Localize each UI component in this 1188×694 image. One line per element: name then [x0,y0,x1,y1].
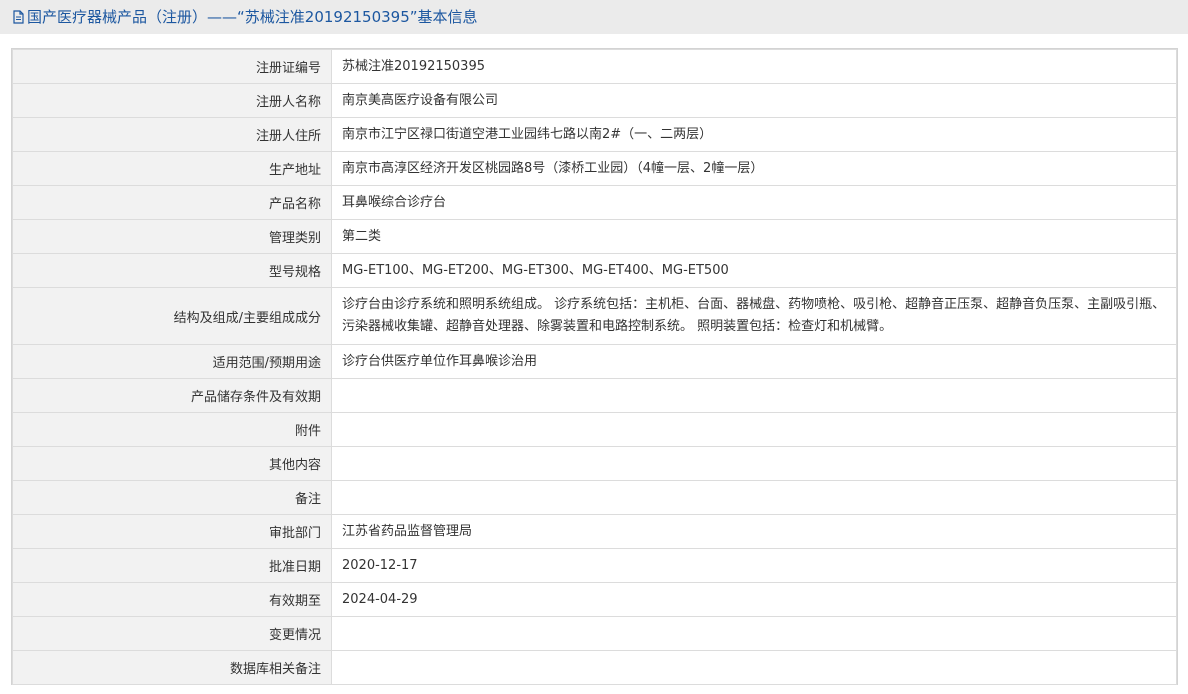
table-row: 生产地址 南京市高淳区经济开发区桃园路8号（漆桥工业园）（4幢一层、2幢一层） [12,151,1177,186]
field-value: 2020-12-17 [331,548,1177,583]
table-row: 注册人名称 南京美高医疗设备有限公司 [12,83,1177,118]
field-label: 结构及组成/主要组成成分 [12,287,332,345]
field-label: 适用范围/预期用途 [12,344,332,379]
field-label: 型号规格 [12,253,332,288]
table-row: 型号规格 MG-ET100、MG-ET200、MG-ET300、MG-ET400、… [12,253,1177,288]
field-label: 产品名称 [12,185,332,220]
table-row: 数据库相关备注 [12,650,1177,685]
document-icon [12,2,25,34]
table-row: 审批部门 江苏省药品监督管理局 [12,514,1177,549]
info-table-container: 注册证编号 苏械注准20192150395 注册人名称 南京美高医疗设备有限公司 注册人… [11,48,1178,685]
table-row: 注册人住所 南京市江宁区禄口街道空港工业园纬七路以南2#（一、二两层） [12,117,1177,152]
field-value: MG-ET100、MG-ET200、MG-ET300、MG-ET400、MG-E… [331,253,1177,288]
table-row: 有效期至 2024-04-29 [12,582,1177,617]
field-value: 诊疗台供医疗单位作耳鼻喉诊治用 [331,344,1177,379]
table-row: 结构及组成/主要组成成分 诊疗台由诊疗系统和照明系统组成。 诊疗系统包括：主机柜、… [12,287,1177,345]
field-label: 数据库相关备注 [12,650,332,685]
field-value: 南京美高医疗设备有限公司 [331,83,1177,118]
field-value: 诊疗台由诊疗系统和照明系统组成。 诊疗系统包括：主机柜、台面、器械盘、药物喷枪、… [331,287,1177,345]
field-label: 备注 [12,480,332,515]
page-header: 国产医疗器械产品（注册）——“苏械注准20192150395”基本信息 [0,0,1188,34]
table-row: 附件 [12,412,1177,447]
field-label: 生产地址 [12,151,332,186]
field-value: 江苏省药品监督管理局 [331,514,1177,549]
table-row: 批准日期 2020-12-17 [12,548,1177,583]
field-label: 审批部门 [12,514,332,549]
field-value [331,650,1177,685]
field-value: 耳鼻喉综合诊疗台 [331,185,1177,220]
table-row: 适用范围/预期用途 诊疗台供医疗单位作耳鼻喉诊治用 [12,344,1177,379]
table-row: 备注 [12,480,1177,515]
field-value: 南京市高淳区经济开发区桃园路8号（漆桥工业园）（4幢一层、2幢一层） [331,151,1177,186]
table-row: 注册证编号 苏械注准20192150395 [12,49,1177,84]
field-label: 附件 [12,412,332,447]
field-value [331,480,1177,515]
info-table: 注册证编号 苏械注准20192150395 注册人名称 南京美高医疗设备有限公司 注册人… [12,49,1177,685]
table-row: 产品储存条件及有效期 [12,378,1177,413]
table-row: 产品名称 耳鼻喉综合诊疗台 [12,185,1177,220]
field-value: 苏械注准20192150395 [331,49,1177,84]
table-row: 其他内容 [12,446,1177,481]
field-label: 注册人名称 [12,83,332,118]
table-row: 变更情况 [12,616,1177,651]
field-value [331,616,1177,651]
field-label: 产品储存条件及有效期 [12,378,332,413]
page-title: 国产医疗器械产品（注册）——“苏械注准20192150395”基本信息 [27,8,478,26]
field-value [331,412,1177,447]
field-label: 注册人住所 [12,117,332,152]
field-value: 南京市江宁区禄口街道空港工业园纬七路以南2#（一、二两层） [331,117,1177,152]
field-value [331,446,1177,481]
field-label: 变更情况 [12,616,332,651]
field-label: 批准日期 [12,548,332,583]
field-label: 其他内容 [12,446,332,481]
field-value [331,378,1177,413]
table-row: 管理类别 第二类 [12,219,1177,254]
field-label: 管理类别 [12,219,332,254]
field-label: 注册证编号 [12,49,332,84]
field-label: 有效期至 [12,582,332,617]
field-value: 2024-04-29 [331,582,1177,617]
field-value: 第二类 [331,219,1177,254]
